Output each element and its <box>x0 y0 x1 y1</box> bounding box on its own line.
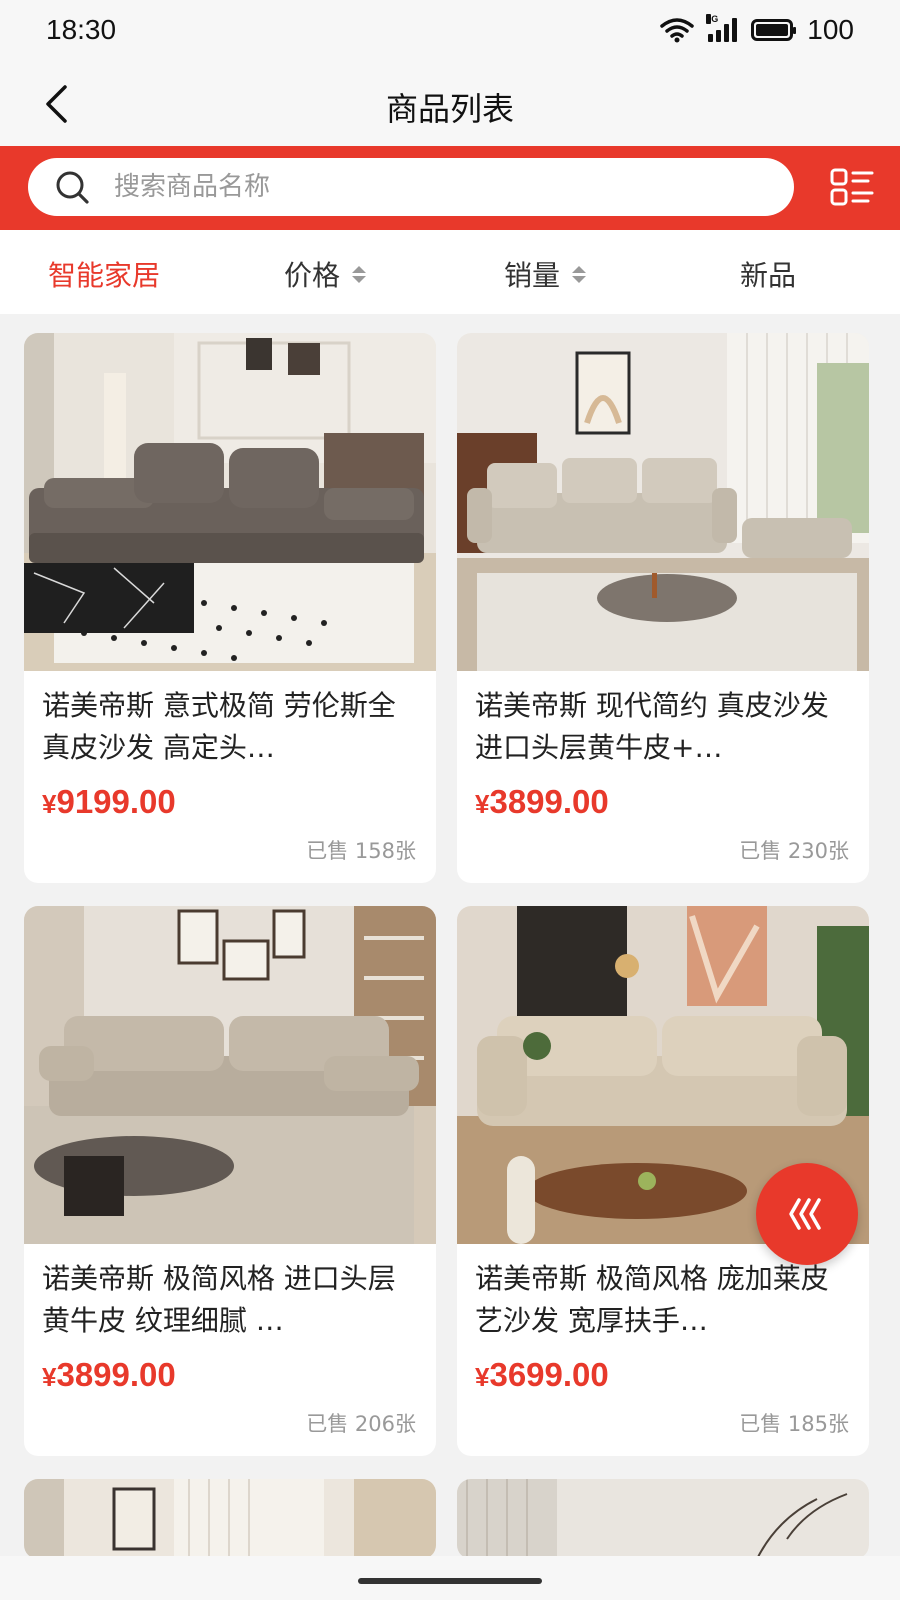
sold-count: 已售 206张 <box>306 1412 416 1436</box>
status-icons: 5G 100 <box>660 14 854 46</box>
product-card[interactable] <box>457 1479 869 1559</box>
search-icon <box>56 171 89 204</box>
product-title: 诺美帝斯 极简风格 进口头层黄牛皮 纹理细腻 … <box>42 1262 396 1337</box>
nav-bar: 商品列表 <box>0 64 900 146</box>
product-image[interactable] <box>24 333 436 671</box>
product-image[interactable] <box>24 906 436 1244</box>
filter-new[interactable]: 新品 <box>740 254 796 294</box>
filter-label: 销量 <box>504 259 561 292</box>
currency-symbol: ¥ <box>42 789 57 819</box>
page-title: 商品列表 <box>385 90 514 128</box>
filter-bar: 智能家居 价格 销量 新品 <box>0 230 900 314</box>
filter-sales[interactable]: 销量 <box>504 254 587 294</box>
filter-category[interactable]: 智能家居 <box>48 254 160 294</box>
filter-label: 价格 <box>284 259 341 292</box>
product-image[interactable] <box>457 333 869 671</box>
filter-label: 新品 <box>740 259 797 292</box>
product-price: ¥3699.00 <box>475 1356 609 1394</box>
price-value: 9199.00 <box>56 783 176 820</box>
signal-icon: 5G <box>706 14 738 42</box>
status-bar: 18:30 5G 100 <box>0 0 900 64</box>
triple-chevron-left-icon <box>789 1198 821 1230</box>
sort-arrows-icon <box>352 265 367 283</box>
product-image[interactable] <box>24 1479 436 1559</box>
price-value: 3899.00 <box>56 1356 176 1393</box>
product-card[interactable]: 诺美帝斯 意式极简 劳伦斯全真皮沙发 高定头… ¥9199.00 已售 158张 <box>24 333 436 883</box>
floating-action-button[interactable] <box>756 1163 858 1265</box>
product-title: 诺美帝斯 意式极简 劳伦斯全真皮沙发 高定头… <box>42 689 396 764</box>
price-value: 3699.00 <box>489 1356 609 1393</box>
currency-symbol: ¥ <box>475 789 490 819</box>
price-value: 3899.00 <box>489 783 609 820</box>
sold-count: 已售 158张 <box>306 839 416 863</box>
filter-label: 智能家居 <box>48 259 161 292</box>
search-input[interactable] <box>114 168 714 206</box>
currency-symbol: ¥ <box>42 1362 57 1392</box>
status-time: 18:30 <box>46 14 117 45</box>
product-title: 诺美帝斯 极简风格 庞加莱皮艺沙发 宽厚扶手… <box>475 1262 829 1337</box>
product-card[interactable]: 诺美帝斯 极简风格 进口头层黄牛皮 纹理细腻 … ¥3899.00 已售 206… <box>24 906 436 1456</box>
battery-level: 100 <box>807 14 854 45</box>
product-price: ¥9199.00 <box>42 783 176 821</box>
search-box[interactable] <box>28 158 794 216</box>
network-label: 5G <box>706 14 719 24</box>
product-image[interactable] <box>457 1479 869 1559</box>
product-title: 诺美帝斯 现代简约 真皮沙发 进口头层黄牛皮+… <box>475 689 829 764</box>
list-layout-icon[interactable] <box>830 168 874 208</box>
sold-count: 已售 185张 <box>739 1412 849 1436</box>
product-price: ¥3899.00 <box>42 1356 176 1394</box>
wifi-icon <box>660 18 695 43</box>
product-card[interactable] <box>24 1479 436 1559</box>
sold-count: 已售 230张 <box>739 839 849 863</box>
battery-icon <box>751 19 797 41</box>
product-card[interactable]: 诺美帝斯 现代简约 真皮沙发 进口头层黄牛皮+… ¥3899.00 已售 230… <box>457 333 869 883</box>
search-bar <box>0 146 900 230</box>
filter-price[interactable]: 价格 <box>284 254 367 294</box>
sort-arrows-icon <box>572 265 587 283</box>
currency-symbol: ¥ <box>475 1362 490 1392</box>
product-price: ¥3899.00 <box>475 783 609 821</box>
home-indicator[interactable] <box>358 1578 542 1584</box>
